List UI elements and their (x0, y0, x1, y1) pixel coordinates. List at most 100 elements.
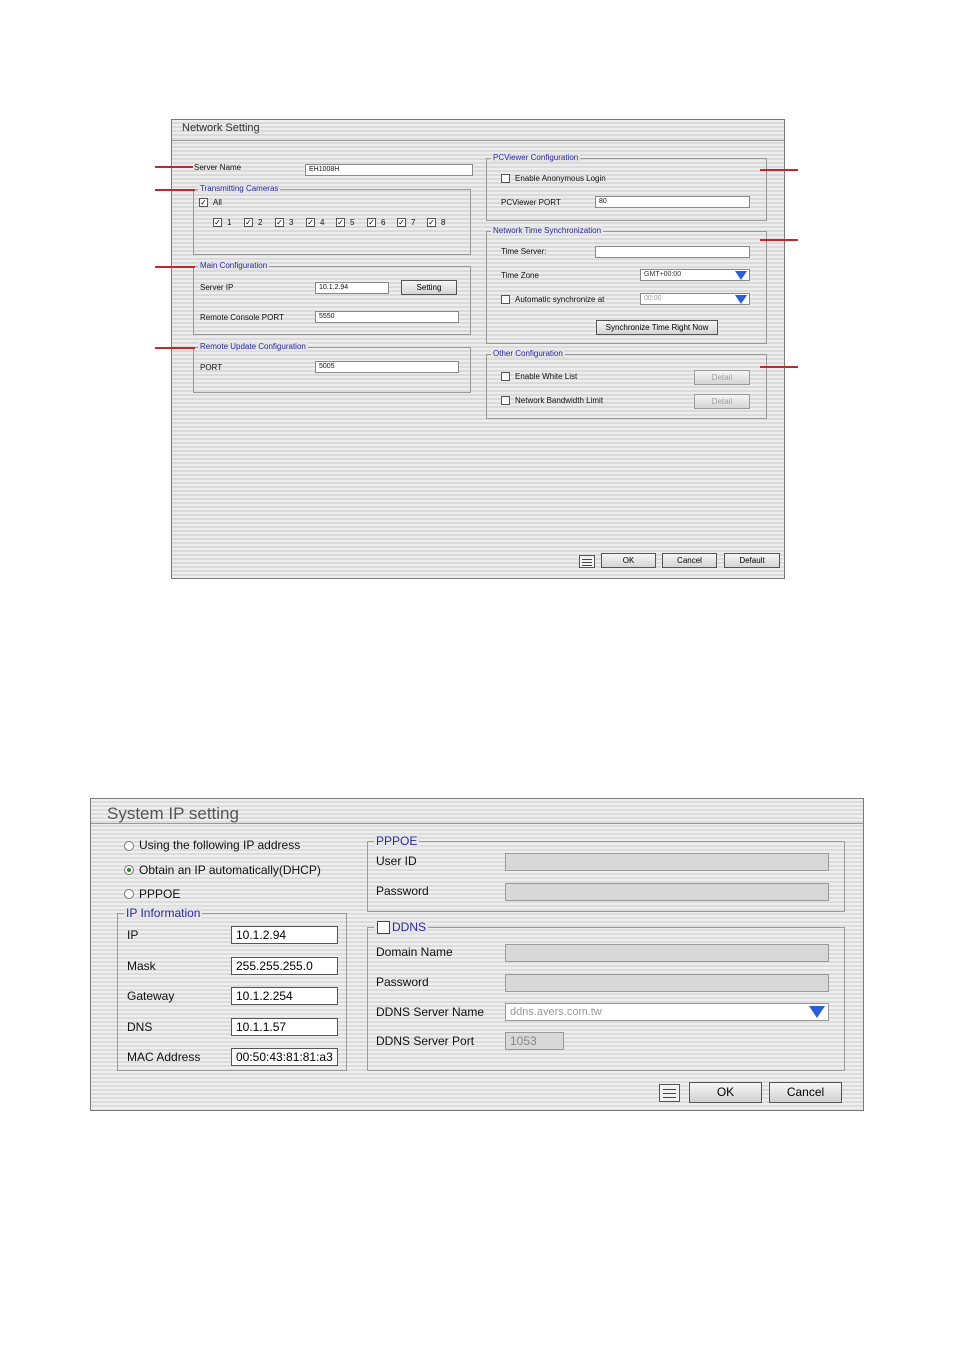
remote-update-port-label: PORT (200, 363, 223, 372)
dhcp-radio[interactable] (124, 865, 134, 875)
camera-7-checkbox[interactable]: ✓ (397, 218, 406, 227)
time-sync-group: Network Time Synchronization Time Server… (486, 226, 767, 344)
camera-3-label: 3 (289, 218, 294, 227)
domain-name-label: Domain Name (376, 945, 453, 959)
sync-now-button[interactable]: Synchronize Time Right Now (596, 320, 718, 335)
ddns-password-input[interactable] (505, 974, 829, 992)
title-divider (91, 823, 863, 824)
user-id-label: User ID (376, 854, 417, 868)
setting-button[interactable]: Setting (401, 280, 457, 295)
white-list-label: Enable White List (515, 372, 578, 381)
auto-sync-time-dropdown[interactable]: 00:00 (640, 293, 750, 305)
domain-name-input[interactable] (505, 944, 829, 962)
ip-information-group: IP Information IP 10.1.2.94 Mask 255.255… (117, 906, 347, 1071)
time-server-input[interactable] (595, 246, 750, 258)
ip-input[interactable]: 10.1.2.94 (231, 926, 338, 944)
camera-2-checkbox[interactable]: ✓ (244, 218, 253, 227)
gateway-label: Gateway (127, 989, 175, 1003)
default-button[interactable]: Default (724, 553, 780, 568)
cancel-button[interactable]: Cancel (662, 553, 717, 568)
camera-8-label: 8 (441, 218, 446, 227)
anonymous-login-checkbox[interactable] (501, 174, 510, 183)
pppoe-radio[interactable] (124, 889, 134, 899)
main-configuration-group: Main Configuration Server IP 10.1.2.94 S… (193, 261, 471, 335)
callout-line (760, 366, 798, 368)
ddns-server-name-dropdown[interactable]: ddns.avers.com.tw (505, 1003, 829, 1021)
ddns-checkbox[interactable] (377, 921, 390, 934)
cancel-button[interactable]: Cancel (769, 1082, 842, 1103)
dns-label: DNS (127, 1020, 153, 1034)
pcviewer-port-label: PCViewer PORT (501, 198, 561, 207)
network-setting-window: Network Setting Server Name EH1008H Tran… (171, 119, 785, 579)
callout-line (155, 189, 195, 191)
pcviewer-configuration-group: PCViewer Configuration Enable Anonymous … (486, 153, 767, 221)
ddns-server-port-input[interactable]: 1053 (505, 1032, 564, 1050)
camera-6-checkbox[interactable]: ✓ (367, 218, 376, 227)
pppoe-password-input[interactable] (505, 883, 829, 901)
title-divider (172, 140, 784, 141)
dns-input[interactable]: 10.1.1.57 (231, 1018, 338, 1036)
dropdown-arrow-icon (735, 295, 747, 304)
callout-line (760, 239, 798, 241)
ip-label: IP (127, 928, 139, 942)
time-zone-dropdown[interactable]: GMT+00:00 (640, 269, 750, 281)
pppoe-radio-label: PPPOE (139, 887, 181, 901)
ddns-password-label: Password (376, 975, 429, 989)
time-zone-label: Time Zone (501, 271, 539, 280)
camera-5-checkbox[interactable]: ✓ (336, 218, 345, 227)
camera-8-checkbox[interactable]: ✓ (427, 218, 436, 227)
remote-update-legend: Remote Update Configuration (198, 342, 308, 351)
static-ip-label: Using the following IP address (139, 838, 301, 852)
remote-update-port-input[interactable]: 5005 (315, 361, 459, 373)
window-title: Network Setting (182, 122, 260, 134)
user-id-input[interactable] (505, 853, 829, 871)
ip-information-legend: IP Information (124, 906, 203, 920)
camera-3-checkbox[interactable]: ✓ (275, 218, 284, 227)
camera-7-label: 7 (411, 218, 416, 227)
camera-1-label: 1 (227, 218, 232, 227)
other-configuration-group: Other Configuration Enable White List De… (486, 349, 767, 419)
bandwidth-detail-button[interactable]: Detail (694, 394, 750, 409)
ok-button[interactable]: OK (689, 1082, 762, 1103)
auto-sync-label: Automatic synchronize at (515, 295, 605, 304)
other-configuration-legend: Other Configuration (491, 349, 565, 358)
white-list-checkbox[interactable] (501, 372, 510, 381)
ddns-group: DDNS Domain Name Password DDNS Server Na… (367, 920, 845, 1071)
camera-all-checkbox[interactable]: ✓ (199, 198, 208, 207)
gateway-input[interactable]: 10.1.2.254 (231, 987, 338, 1005)
keyboard-icon[interactable] (579, 555, 595, 568)
camera-1-checkbox[interactable]: ✓ (213, 218, 222, 227)
callout-line (155, 166, 193, 168)
white-list-detail-button[interactable]: Detail (694, 370, 750, 385)
ddns-server-name-label: DDNS Server Name (376, 1005, 485, 1019)
mask-input[interactable]: 255.255.255.0 (231, 957, 338, 975)
time-server-label: Time Server: (501, 247, 547, 256)
window-title: System IP setting (107, 804, 239, 823)
server-ip-input[interactable]: 10.1.2.94 (315, 282, 389, 294)
camera-4-checkbox[interactable]: ✓ (306, 218, 315, 227)
pcviewer-port-input[interactable]: 80 (595, 196, 750, 208)
remote-update-group: Remote Update Configuration PORT 5005 (193, 342, 471, 393)
dropdown-arrow-icon (735, 271, 747, 280)
dhcp-label: Obtain an IP automatically(DHCP) (139, 863, 321, 877)
camera-all-label: All (213, 198, 222, 207)
bandwidth-limit-checkbox[interactable] (501, 396, 510, 405)
callout-line (155, 347, 195, 349)
pppoe-group: PPPOE User ID Password (367, 834, 845, 912)
mac-address-input[interactable]: 00:50:43:81:81:a3 (231, 1048, 338, 1066)
auto-sync-checkbox[interactable] (501, 295, 510, 304)
camera-6-label: 6 (381, 218, 386, 227)
server-name-input[interactable]: EH1008H (305, 164, 473, 176)
main-configuration-legend: Main Configuration (198, 261, 270, 270)
static-ip-radio[interactable] (124, 841, 134, 851)
auto-sync-time-value: 00:00 (644, 295, 662, 302)
ok-button[interactable]: OK (601, 553, 656, 568)
keyboard-icon[interactable] (659, 1084, 680, 1102)
camera-2-label: 2 (258, 218, 263, 227)
remote-console-port-input[interactable]: 5550 (315, 311, 459, 323)
mask-label: Mask (127, 959, 156, 973)
server-ip-label: Server IP (200, 283, 234, 292)
callout-line (760, 169, 798, 171)
transmitting-cameras-legend: Transmitting Cameras (198, 184, 281, 193)
ddns-server-port-label: DDNS Server Port (376, 1034, 475, 1048)
